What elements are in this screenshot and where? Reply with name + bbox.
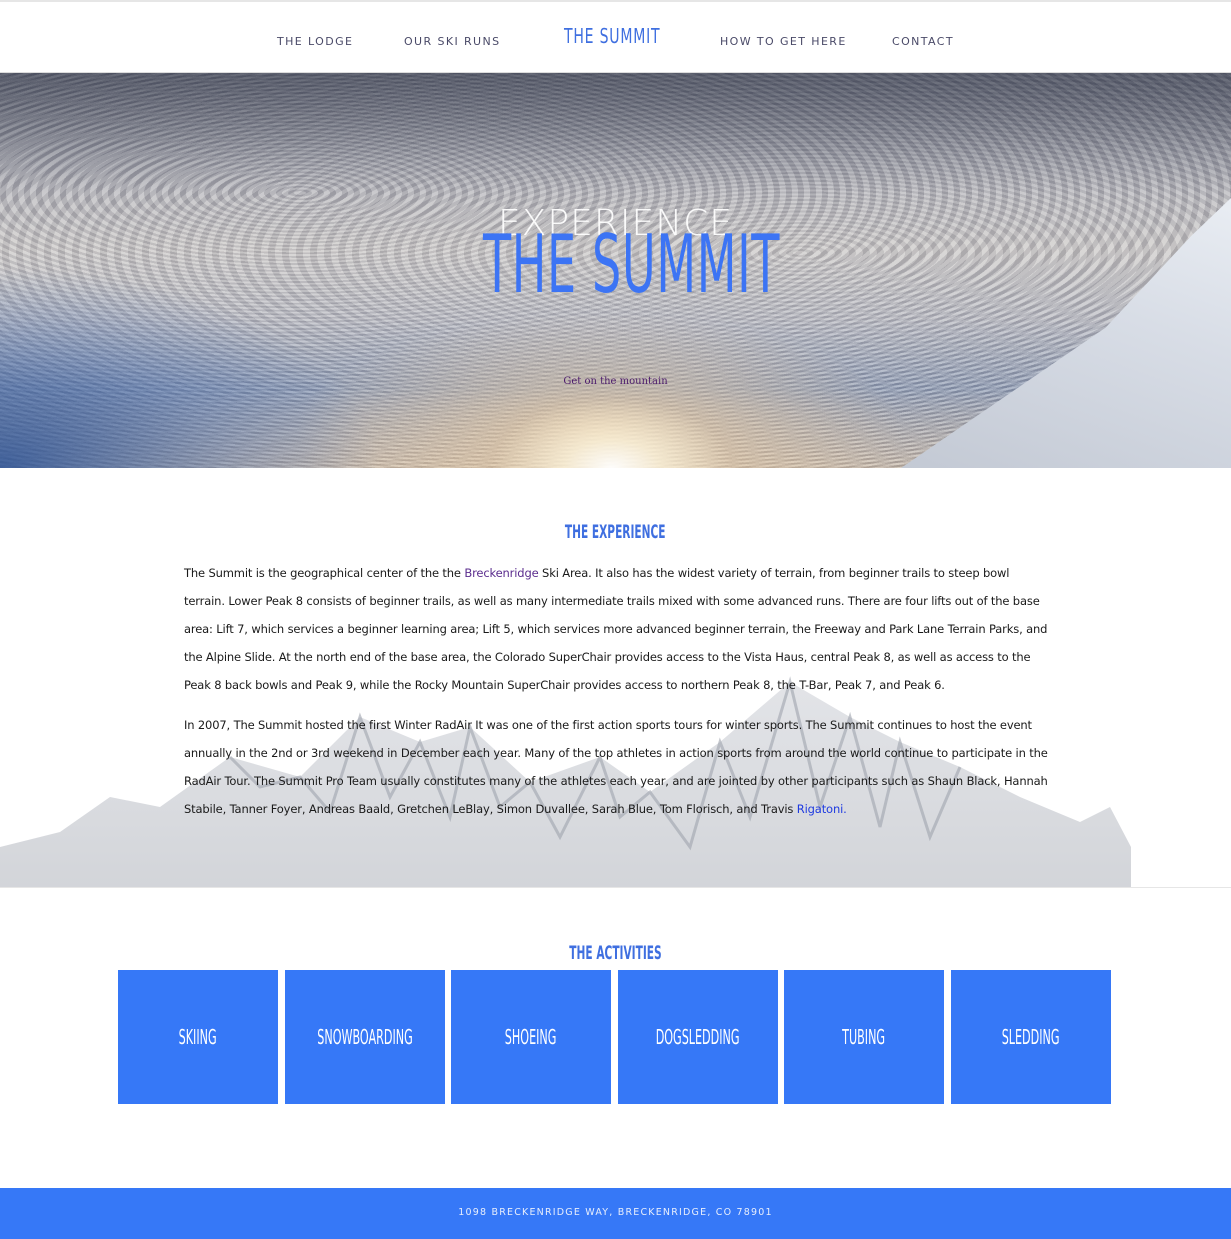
- nav-link-how-to-get-here[interactable]: HOW TO GET HERE: [720, 35, 847, 48]
- activity-tile-shoeing[interactable]: SHOEING: [451, 970, 611, 1104]
- breckenridge-link[interactable]: Breckenridge: [464, 566, 538, 580]
- hero-blue-sky: [0, 268, 380, 468]
- activity-tile-snowboarding[interactable]: SNOWBOARDING: [285, 970, 445, 1104]
- site-footer: 1098 BRECKENRIDGE WAY, BRECKENRIDGE, CO …: [0, 1188, 1231, 1239]
- nav-link-our-ski-runs[interactable]: OUR SKI RUNS: [404, 35, 501, 48]
- nav-link-contact[interactable]: CONTACT: [892, 35, 954, 48]
- rigatoni-link[interactable]: Rigatoni.: [797, 802, 847, 816]
- footer-address: 1098 BRECKENRIDGE WAY, BRECKENRIDGE, CO …: [458, 1207, 773, 1218]
- activity-tile-skiing[interactable]: SKIING: [118, 970, 278, 1104]
- hero-banner: EXPERIENCE THE SUMMIT Get on the mountai…: [0, 73, 1231, 468]
- activities-grid: SKIING SNOWBOARDING SHOEING DOGSLEDDING …: [118, 970, 1111, 1104]
- top-nav: THE LODGE OUR SKI RUNS THE SUMMIT HOW TO…: [0, 0, 1231, 73]
- hero-sky-shade: [0, 73, 1231, 193]
- nav-brand-logo[interactable]: THE SUMMIT: [564, 24, 660, 48]
- experience-paragraph-1: The Summit is the geographical center of…: [184, 566, 1048, 692]
- experience-title: THE EXPERIENCE: [565, 521, 666, 543]
- hero-cta-link[interactable]: Get on the mountain: [0, 376, 1231, 387]
- activity-tile-dogsledding[interactable]: DOGSLEDDING: [618, 970, 778, 1104]
- experience-paragraph-2: In 2007, The Summit hosted the first Win…: [184, 718, 1048, 816]
- activity-tile-sledding[interactable]: SLEDDING: [951, 970, 1111, 1104]
- experience-section: THE EXPERIENCE The Summit is the geograp…: [0, 468, 1231, 888]
- nav-link-the-lodge[interactable]: THE LODGE: [277, 35, 353, 48]
- hero-title: THE SUMMIT: [483, 218, 781, 311]
- activities-title: THE ACTIVITIES: [569, 942, 662, 964]
- activity-tile-tubing[interactable]: TUBING: [784, 970, 944, 1104]
